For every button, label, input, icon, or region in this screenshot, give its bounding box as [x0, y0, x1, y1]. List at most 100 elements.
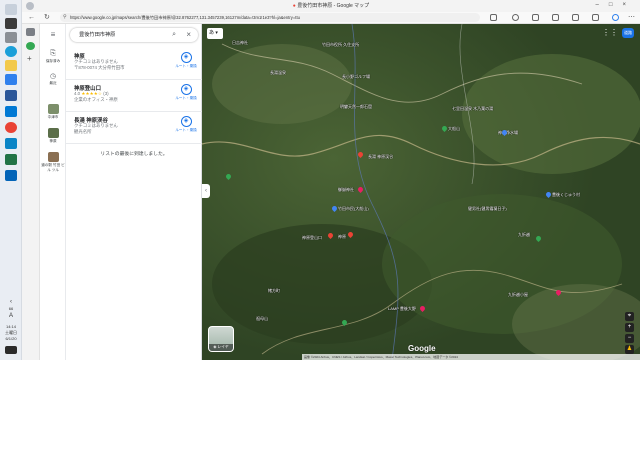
map-label[interactable]: 神原登山口 — [302, 235, 322, 241]
window-title: ● 豊後竹田市神原 - Google マップ — [22, 2, 640, 9]
mail-icon[interactable] — [5, 106, 17, 117]
layers-text: レイヤ — [217, 345, 229, 349]
close-window-icon[interactable]: × — [622, 2, 636, 8]
account-avatar[interactable]: 道路 — [622, 28, 634, 38]
tray-count[interactable]: 66 — [0, 306, 22, 311]
recent-place-nakatsu[interactable]: 中津市 — [40, 104, 66, 120]
split-screen-icon[interactable] — [532, 14, 539, 21]
store-icon[interactable] — [5, 74, 17, 85]
menu-button[interactable]: ≡ — [40, 30, 66, 39]
outlook-icon[interactable] — [5, 170, 17, 181]
collections-icon[interactable] — [572, 14, 579, 21]
result-item[interactable]: 長湯 神原渓谷 クチコミはありません 観光名所 ◈ ルート・乗換 — [66, 112, 202, 144]
recent-button[interactable]: ◷ 最近 — [40, 72, 66, 86]
favorite-star-icon[interactable] — [512, 14, 519, 21]
sidebar-tabs-icon[interactable] — [26, 28, 35, 36]
notification-icon[interactable] — [5, 346, 17, 354]
copilot-icon[interactable] — [612, 14, 619, 21]
refresh-icon[interactable]: ↻ — [44, 14, 50, 21]
edge-sidebar: + — [22, 24, 40, 360]
read-aloud-icon[interactable] — [490, 14, 497, 21]
recent-place-kanbara[interactable]: 神原 — [40, 128, 66, 144]
file-explorer-icon[interactable] — [5, 60, 17, 71]
map-label[interactable]: 御嶽神社 — [338, 187, 354, 193]
recent-label: 最近 — [49, 81, 57, 85]
task-view-icon[interactable] — [5, 32, 17, 43]
result-item[interactable]: 神原 クチコミはありません 〒878-0074 大分県竹田市 ◈ ルート・乗換 — [66, 48, 202, 80]
browser-navbar: ← ↻ ⚲ https://www.google.co.jp/maps/sear… — [22, 12, 640, 24]
place-thumbnail — [47, 104, 59, 114]
google-apps-icon[interactable]: ⋮⋮ — [602, 29, 618, 37]
map-label[interactable]: 九折越 — [518, 232, 530, 238]
map-label[interactable]: 豊後くじゅう村 — [552, 192, 580, 198]
map-label[interactable]: 明礬天然一郎石窟 — [340, 104, 372, 110]
bookmark-icon: ⎘ — [50, 50, 56, 57]
map-label[interactable]: 長湯温泉 — [270, 70, 286, 76]
word-icon[interactable] — [5, 90, 17, 101]
layers-button[interactable]: ◈ レイヤ — [208, 326, 234, 352]
map-label[interactable]: 健男社(健男霜凝日子) — [468, 206, 507, 212]
directions-button[interactable]: ◈ ルート・乗換 — [174, 84, 198, 101]
map-label[interactable]: 竹田市役所 久住支所 — [322, 42, 359, 48]
recent-place-label: 神原 — [49, 139, 57, 143]
map-label[interactable]: 九折越小屋 — [508, 292, 528, 298]
saved-button[interactable]: ⎘ 保存済み — [40, 50, 66, 64]
map-label[interactable]: 日吉神社 — [232, 40, 248, 46]
map-label[interactable]: 神原 — [338, 234, 346, 240]
search-input[interactable]: 豊後竹田市神原 — [79, 28, 115, 42]
map-label[interactable]: 大船山 — [448, 126, 460, 132]
map-label[interactable]: 緒方町 — [268, 288, 280, 294]
map-label[interactable]: LAMP 豊後大野 — [388, 306, 416, 312]
directions-label: ルート・乗換 — [175, 64, 197, 68]
directions-label: ルート・乗換 — [175, 128, 197, 132]
sidebar-add-icon[interactable]: + — [27, 54, 32, 63]
map-label[interactable]: 竹田市民(大船山) — [338, 206, 369, 212]
menu-icon: ≡ — [50, 30, 56, 39]
rating-count: (3) — [103, 91, 109, 96]
map-label[interactable]: 長小野ゴルフ場 — [342, 74, 370, 80]
search-icon[interactable] — [5, 18, 17, 29]
result-item[interactable]: 神原登山口 4.0 ★★★★☆ (3) 企業のオフィス・神原 ◈ ルート・乗換 — [66, 80, 202, 112]
place-thumbnail — [47, 128, 59, 138]
compass-icon[interactable]: ⌖ — [625, 312, 634, 321]
chrome-icon[interactable] — [5, 122, 17, 133]
clock-date: 6/1/20 — [5, 336, 17, 341]
directions-button[interactable]: ◈ ルート・乗換 — [174, 52, 198, 69]
close-icon[interactable]: × — [186, 30, 191, 39]
end-of-list-text: リストの最後に到達しました。 — [100, 152, 168, 157]
clock-weekday: 土曜日 — [5, 330, 17, 335]
satellite-map[interactable]: あ ▾ ⋮⋮ 道路 ‹ 竹田市役所 久住支所 日吉神社 長小野ゴルフ場 長湯温泉… — [202, 24, 640, 360]
directions-button[interactable]: ◈ ルート・乗換 — [174, 116, 198, 133]
maximize-icon[interactable]: □ — [609, 2, 623, 8]
ime-indicator[interactable]: A — [0, 313, 22, 319]
map-controls: ⌖ + − ♟ — [625, 312, 634, 356]
map-attribution: 画像 ©2024 Airbus、CNES / Airbus、Landsat / … — [302, 354, 640, 360]
zoom-out-button[interactable]: − — [625, 334, 634, 343]
back-icon[interactable]: ← — [28, 14, 35, 21]
windows-taskbar: ‹ 66 A 14:14 土曜日 6/1/20 — [0, 0, 22, 360]
excel-icon[interactable] — [5, 154, 17, 165]
map-label[interactable]: 長湯 神原渓谷 — [368, 154, 393, 160]
language-button[interactable]: あ ▾ — [207, 28, 223, 39]
tray-chevron[interactable]: ‹ — [0, 299, 22, 305]
edge-browser-icon[interactable] — [5, 46, 17, 57]
clock-time[interactable]: 14:14 — [0, 324, 22, 329]
recent-place-label: 中津市 — [47, 115, 59, 119]
favorites-icon[interactable] — [552, 14, 559, 21]
address-bar[interactable]: ⚲ https://www.google.co.jp/maps/search/豊… — [60, 13, 480, 22]
pegman-icon[interactable]: ♟ — [625, 345, 634, 354]
sidebar-maps-tab-icon[interactable] — [26, 42, 35, 50]
recent-place-michinoeki[interactable]: 道の駅 竹田 ビル ツル — [40, 152, 66, 173]
map-label[interactable]: 祖母山 — [256, 316, 268, 322]
start-icon[interactable] — [5, 4, 17, 15]
extensions-icon[interactable] — [592, 14, 599, 21]
more-menu-icon[interactable]: ⋯ — [628, 14, 635, 21]
minimize-icon[interactable]: – — [596, 2, 609, 8]
map-label[interactable]: 七里田温泉 木乃葉の湯 — [452, 106, 493, 112]
collapse-panel-button[interactable]: ‹ — [202, 184, 210, 198]
zoom-in-button[interactable]: + — [625, 323, 634, 332]
search-box[interactable]: 豊後竹田市神原 ⌕ × — [70, 28, 198, 42]
rating-value: 4.0 — [74, 91, 81, 96]
search-icon[interactable]: ⌕ — [172, 31, 176, 38]
photos-icon[interactable] — [5, 138, 17, 149]
